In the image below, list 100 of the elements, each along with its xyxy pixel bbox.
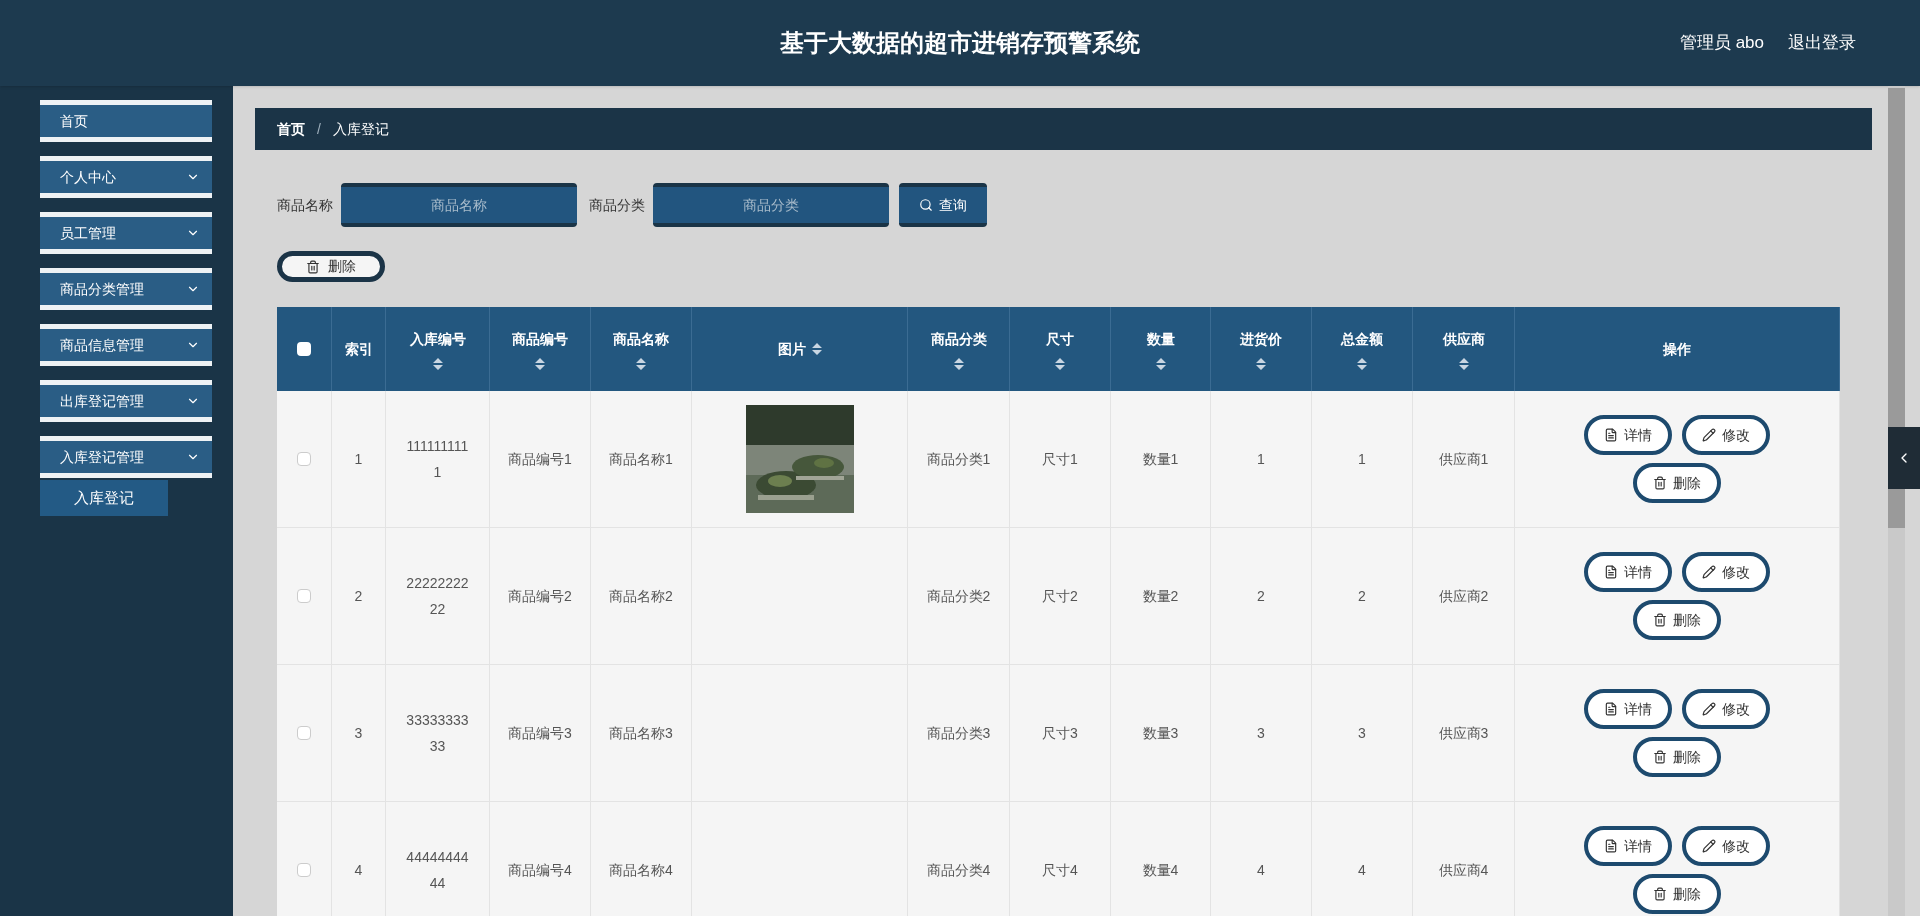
breadcrumb-link[interactable]: 首页 xyxy=(277,118,305,140)
sidebar-item[interactable]: 出库登记管理 xyxy=(40,380,212,422)
table-cell-text: 2 xyxy=(1358,587,1366,606)
table-cell-text: 供应商4 xyxy=(1438,861,1489,880)
table-cell-text: 尺寸3 xyxy=(1042,724,1078,743)
sidebar-item[interactable]: 员工管理 xyxy=(40,212,212,254)
sort-icon[interactable] xyxy=(1055,357,1065,370)
row-checkbox[interactable] xyxy=(297,452,311,466)
search-field[interactable]: 商品分类 xyxy=(653,183,889,227)
detail-button[interactable]: 详情 xyxy=(1584,689,1672,729)
sidebar-item[interactable]: 入库登记管理 xyxy=(40,436,212,478)
table-cell-text: 商品编号3 xyxy=(508,724,572,743)
table-cell-text: 1 xyxy=(1257,450,1265,469)
breadcrumb-separator: / xyxy=(317,119,321,139)
table-cell-text: 3 xyxy=(1257,724,1265,743)
delete-button[interactable]: 删除 xyxy=(1633,600,1721,640)
table-cell-text: 1111111111 xyxy=(405,437,470,482)
table-cell-text: 数量1 xyxy=(1142,450,1179,469)
table-cell-text: 商品编号2 xyxy=(508,587,572,606)
trash-icon xyxy=(1653,476,1667,490)
table-cell-text: 4 xyxy=(1257,861,1265,880)
pencil-icon xyxy=(1702,428,1716,442)
table-cell-text: 3 xyxy=(354,724,363,743)
search-button[interactable]: 查询 xyxy=(899,183,987,227)
pencil-icon xyxy=(1702,839,1716,853)
table-cell-text: 数量4 xyxy=(1142,861,1179,880)
sort-icon[interactable] xyxy=(1155,357,1166,370)
table-cell-text: 1 xyxy=(1358,450,1366,469)
delete-button[interactable]: 删除 xyxy=(1633,463,1721,503)
row-checkbox[interactable] xyxy=(297,726,311,740)
table-cell-text: 商品分类4 xyxy=(926,861,991,880)
trash-icon xyxy=(1653,750,1667,764)
select-all-checkbox[interactable] xyxy=(297,342,311,356)
document-icon xyxy=(1604,839,1618,853)
table-cell-text: 商品名称2 xyxy=(609,587,673,606)
table-cell-text: 尺寸4 xyxy=(1042,861,1078,880)
table-cell-text: 尺寸1 xyxy=(1042,450,1078,469)
sort-icon[interactable] xyxy=(811,343,822,355)
table-cell-text: 3 xyxy=(1358,724,1366,743)
table-cell-text: 商品名称1 xyxy=(609,450,673,469)
detail-button[interactable]: 详情 xyxy=(1584,552,1672,592)
trash-icon xyxy=(306,259,320,274)
field-label: 商品分类 xyxy=(589,195,645,215)
logout-link[interactable]: 退出登录 xyxy=(1788,30,1856,56)
table-cell-text: 商品编号4 xyxy=(508,861,572,880)
user-name: 管理员 abo xyxy=(1679,32,1764,55)
detail-button[interactable]: 详情 xyxy=(1584,826,1672,866)
sort-icon[interactable] xyxy=(1256,357,1266,370)
sidebar-item[interactable]: 商品分类管理 xyxy=(40,268,212,310)
pencil-icon xyxy=(1702,565,1716,579)
table-cell-text: 3333333333 xyxy=(405,711,470,756)
table-cell-text: 商品分类3 xyxy=(926,724,991,743)
pencil-icon xyxy=(1702,702,1716,716)
edit-button[interactable]: 修改 xyxy=(1682,826,1770,866)
table-cell-text: 商品名称3 xyxy=(609,724,673,743)
trash-icon xyxy=(1653,613,1667,627)
scrollbar[interactable] xyxy=(1888,86,1905,916)
sidebar-item[interactable]: 商品信息管理 xyxy=(40,324,212,366)
table-cell-text: 商品分类1 xyxy=(926,450,991,469)
sidebar-item[interactable]: 首页 xyxy=(40,100,212,142)
edit-button[interactable]: 修改 xyxy=(1682,552,1770,592)
sort-icon[interactable] xyxy=(1357,357,1367,370)
table-cell-text: 数量3 xyxy=(1142,724,1179,743)
table-cell-text: 供应商1 xyxy=(1438,450,1489,469)
table-cell-text: 2222222222 xyxy=(405,574,470,619)
detail-button[interactable]: 详情 xyxy=(1584,415,1672,455)
sort-icon[interactable] xyxy=(953,357,964,370)
sidebar-item[interactable]: 个人中心 xyxy=(40,156,212,198)
delete-button[interactable]: 删除 xyxy=(1633,874,1721,914)
submenu-item[interactable]: 入库登记 xyxy=(40,480,168,516)
delete-button[interactable]: 删除 xyxy=(277,251,385,282)
field-label: 商品名称 xyxy=(277,195,333,215)
sort-icon[interactable] xyxy=(636,357,646,370)
table-cell-text: 商品名称4 xyxy=(609,861,673,880)
app-title: 基于大数据的超市进销存预警系统 xyxy=(780,28,1140,58)
table-cell-text: 供应商2 xyxy=(1438,587,1489,606)
delete-button[interactable]: 删除 xyxy=(1633,737,1721,777)
document-icon xyxy=(1604,702,1618,716)
sort-icon[interactable] xyxy=(432,357,443,370)
table-cell-text: 尺寸2 xyxy=(1042,587,1078,606)
table-cell-text: 1 xyxy=(354,450,363,469)
sort-icon[interactable] xyxy=(535,357,545,370)
table-cell-text: 数量2 xyxy=(1142,587,1179,606)
search-field[interactable]: 商品名称 xyxy=(341,183,577,227)
sort-icon[interactable] xyxy=(1458,357,1469,370)
table-cell-text: 2 xyxy=(354,587,363,606)
table-cell-text: 2 xyxy=(1257,587,1265,606)
search-icon xyxy=(919,198,933,212)
document-icon xyxy=(1604,565,1618,579)
row-checkbox[interactable] xyxy=(297,863,311,877)
row-checkbox[interactable] xyxy=(297,589,311,603)
breadcrumb-link[interactable]: 入库登记 xyxy=(332,118,389,140)
table-cell-text: 4 xyxy=(354,861,363,880)
table-cell-text: 4 xyxy=(1358,861,1366,880)
trash-icon xyxy=(1653,887,1667,901)
table-cell-text: 商品分类2 xyxy=(926,587,991,606)
table-cell-text: 商品编号1 xyxy=(508,450,572,469)
document-icon xyxy=(1604,428,1618,442)
edit-button[interactable]: 修改 xyxy=(1682,415,1770,455)
edit-button[interactable]: 修改 xyxy=(1682,689,1770,729)
